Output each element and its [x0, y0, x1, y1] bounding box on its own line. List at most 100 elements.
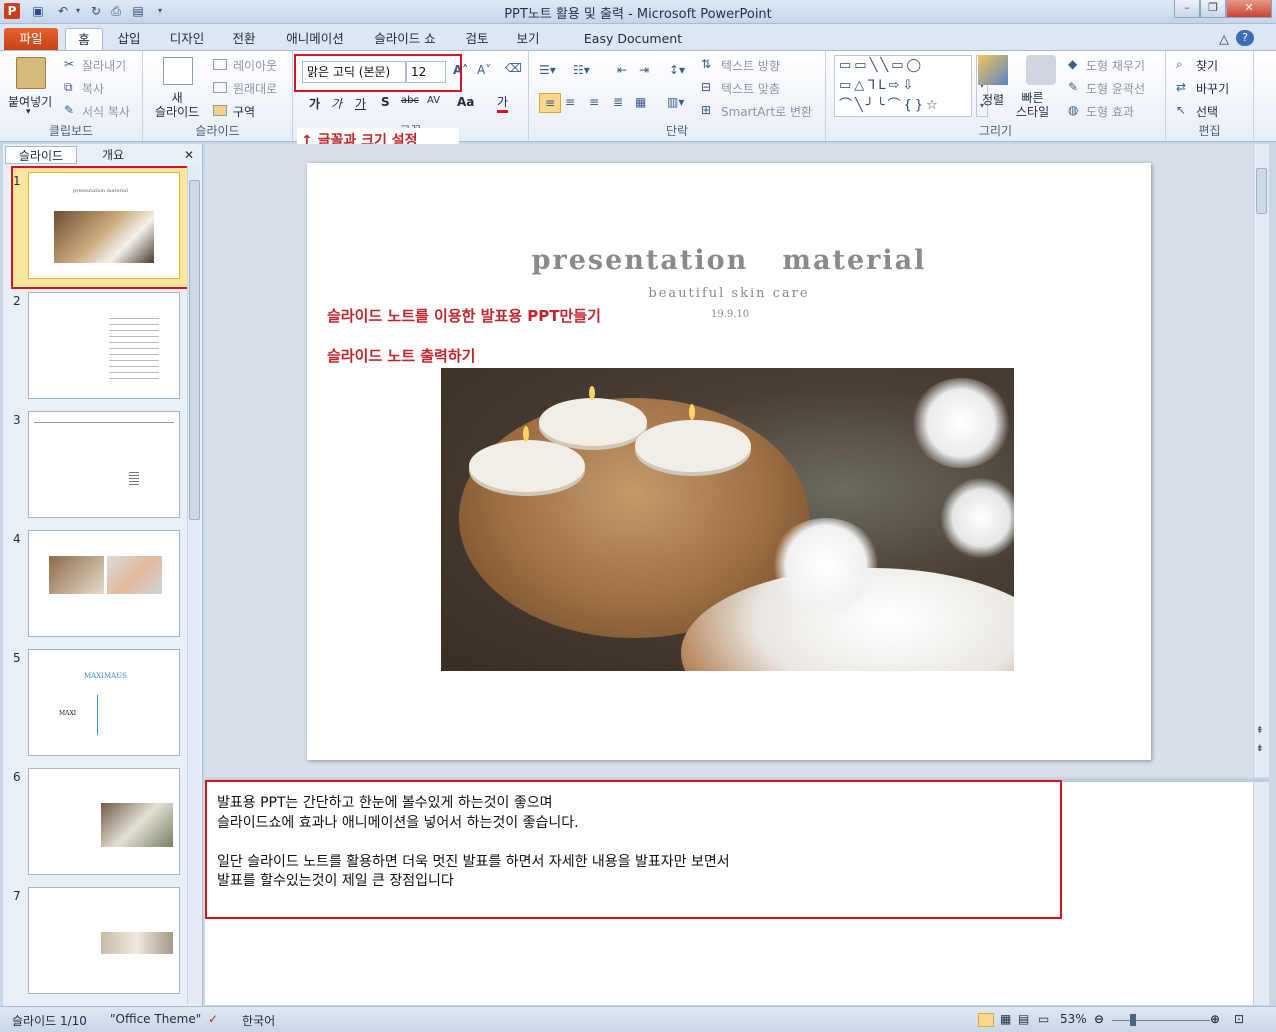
- arrange-button[interactable]: 정렬: [982, 91, 1004, 108]
- section-button[interactable]: 구역: [233, 103, 255, 120]
- shape-outline-button[interactable]: 도형 윤곽선: [1086, 80, 1145, 97]
- slide-red-text-2: 슬라이드 노트 출력하기: [327, 347, 476, 365]
- zoom-slider-track[interactable]: [1112, 1020, 1210, 1021]
- character-spacing-button[interactable]: AV: [427, 95, 440, 106]
- format-painter-button[interactable]: 서식 복사: [82, 103, 130, 120]
- slide-thumb[interactable]: presentation material: [28, 172, 180, 279]
- underline-button[interactable]: 가: [355, 95, 366, 112]
- notes-scrollbar[interactable]: [1253, 782, 1269, 1005]
- shapes-gallery[interactable]: ▭▭╲╲▭◯ ▭△ᒣᒪ⇨⇩ ⌒╲╯╰⌒{}☆: [834, 55, 972, 117]
- text-direction-button[interactable]: 텍스트 방향: [721, 57, 780, 74]
- slide-thumb[interactable]: [28, 530, 180, 637]
- slide-title[interactable]: presentation material: [307, 245, 1151, 276]
- help-icon[interactable]: ?: [1236, 30, 1254, 46]
- normal-view-icon[interactable]: [978, 1013, 994, 1027]
- select-button[interactable]: 선택: [1196, 103, 1218, 120]
- paste-icon[interactable]: [16, 57, 46, 89]
- shrink-font-icon[interactable]: A˅: [477, 63, 491, 77]
- next-slide-icon[interactable]: ⇟: [1256, 744, 1264, 754]
- columns-icon[interactable]: ▥▾: [667, 95, 684, 109]
- tab-transitions[interactable]: 전환: [222, 28, 266, 50]
- clear-formatting-icon[interactable]: ⌫: [505, 61, 522, 75]
- font-color-button[interactable]: 가: [497, 93, 509, 113]
- bullets-icon[interactable]: ☰▾: [539, 63, 556, 77]
- slide-thumb[interactable]: MAXIMAUS MAXI: [28, 649, 180, 756]
- find-button[interactable]: 찾기: [1196, 57, 1218, 74]
- reset-button[interactable]: 원래대로: [233, 80, 277, 97]
- align-left-icon[interactable]: ≡: [539, 93, 561, 113]
- shadow-button[interactable]: S: [381, 95, 390, 109]
- slide-thumb[interactable]: [28, 768, 180, 875]
- slide-thumb[interactable]: [28, 411, 180, 518]
- tab-file[interactable]: 파일: [4, 28, 58, 50]
- panel-close-icon[interactable]: ✕: [181, 146, 197, 164]
- line-spacing-icon[interactable]: ↕▾: [669, 63, 685, 77]
- close-button[interactable]: ✕: [1226, 0, 1272, 18]
- tab-review[interactable]: 검토: [458, 28, 496, 50]
- tab-view[interactable]: 보기: [508, 28, 548, 50]
- zoom-level[interactable]: 53%: [1060, 1012, 1087, 1026]
- tab-slideshow[interactable]: 슬라이드 쇼: [362, 28, 448, 50]
- shape-fill-button[interactable]: 도형 채우기: [1086, 57, 1145, 74]
- slides-group: 새 슬라이드 레이아웃 원래대로 구역 슬라이드: [143, 51, 293, 141]
- paste-dropdown-icon[interactable]: ▾: [26, 107, 31, 117]
- spa-candle-photo[interactable]: [441, 368, 1014, 671]
- new-slide-icon[interactable]: [163, 57, 193, 85]
- shape-effects-button[interactable]: 도형 효과: [1086, 103, 1134, 120]
- zoom-in-icon[interactable]: ⊕: [1210, 1012, 1220, 1026]
- align-center-icon[interactable]: ≡: [565, 95, 575, 109]
- slide-thumb[interactable]: [28, 292, 180, 399]
- change-case-button[interactable]: Aa: [457, 95, 474, 109]
- numbering-icon[interactable]: ☷▾: [573, 63, 590, 77]
- bold-button[interactable]: 가: [309, 95, 320, 112]
- minimize-ribbon-icon[interactable]: △: [1216, 28, 1232, 50]
- cut-button[interactable]: 잘라내기: [82, 57, 126, 74]
- new-slide-button[interactable]: 새 슬라이드: [155, 91, 199, 119]
- thumb-4-image-left: [49, 556, 104, 594]
- slide-date[interactable]: 19.9.10: [711, 309, 749, 320]
- panel-scroll-thumb[interactable]: [189, 180, 200, 520]
- tab-design[interactable]: 디자인: [160, 28, 214, 50]
- spelling-check-icon[interactable]: ✓: [208, 1012, 218, 1026]
- arrange-icon[interactable]: [978, 55, 1008, 85]
- slide-canvas[interactable]: presentation material beautiful skin car…: [307, 163, 1151, 760]
- slideshow-view-icon[interactable]: ▭: [1038, 1012, 1049, 1026]
- quick-styles-icon[interactable]: [1026, 55, 1056, 85]
- tab-easy-document-creator[interactable]: Easy Document Creator: [560, 28, 706, 68]
- reading-view-icon[interactable]: ▤: [1018, 1012, 1029, 1026]
- thumb-1-image: [54, 211, 154, 263]
- italic-button[interactable]: 가: [331, 95, 342, 112]
- slide-subtitle[interactable]: beautiful skin care: [307, 286, 1151, 301]
- minimize-button[interactable]: –: [1174, 0, 1200, 18]
- panel-scrollbar[interactable]: [187, 166, 201, 1004]
- strikethrough-button[interactable]: abc: [401, 95, 419, 106]
- restore-button[interactable]: ❐: [1200, 0, 1226, 18]
- fit-to-window-icon[interactable]: ⊡: [1234, 1012, 1244, 1026]
- smartart-button[interactable]: SmartArt로 변환: [721, 103, 812, 120]
- tab-home[interactable]: 홈: [65, 28, 103, 50]
- tab-animations[interactable]: 애니메이션: [278, 28, 352, 50]
- zoom-slider-thumb[interactable]: [1130, 1014, 1136, 1026]
- align-text-button[interactable]: 텍스트 맞춤: [721, 80, 780, 97]
- theme-name[interactable]: "Office Theme": [110, 1012, 201, 1026]
- increase-indent-icon[interactable]: ⇥: [639, 63, 649, 77]
- copy-button[interactable]: 복사: [82, 80, 104, 97]
- panel-tab-outline[interactable]: 개요: [81, 146, 145, 164]
- layout-button[interactable]: 레이아웃: [233, 57, 277, 74]
- replace-button[interactable]: 바꾸기: [1196, 80, 1229, 97]
- distributed-icon[interactable]: ▦: [635, 95, 646, 109]
- editor-scrollbar[interactable]: ⇞ ⇟: [1253, 144, 1269, 777]
- language-indicator[interactable]: 한국어: [242, 1012, 275, 1029]
- justify-icon[interactable]: ≣: [613, 95, 623, 109]
- tab-insert[interactable]: 삽입: [108, 28, 150, 50]
- copy-icon: ⧉: [64, 80, 73, 94]
- zoom-out-icon[interactable]: ⊖: [1094, 1012, 1104, 1026]
- align-right-icon[interactable]: ≡: [589, 95, 599, 109]
- panel-tab-slides[interactable]: 슬라이드: [5, 146, 77, 164]
- slide-sorter-icon[interactable]: ▦: [1000, 1012, 1011, 1026]
- editor-scroll-thumb[interactable]: [1256, 168, 1267, 214]
- decrease-indent-icon[interactable]: ⇤: [617, 63, 627, 77]
- slide-thumb[interactable]: [28, 887, 180, 994]
- prev-slide-icon[interactable]: ⇞: [1256, 726, 1264, 736]
- quick-styles-button[interactable]: 빠른 스타일: [1016, 91, 1049, 119]
